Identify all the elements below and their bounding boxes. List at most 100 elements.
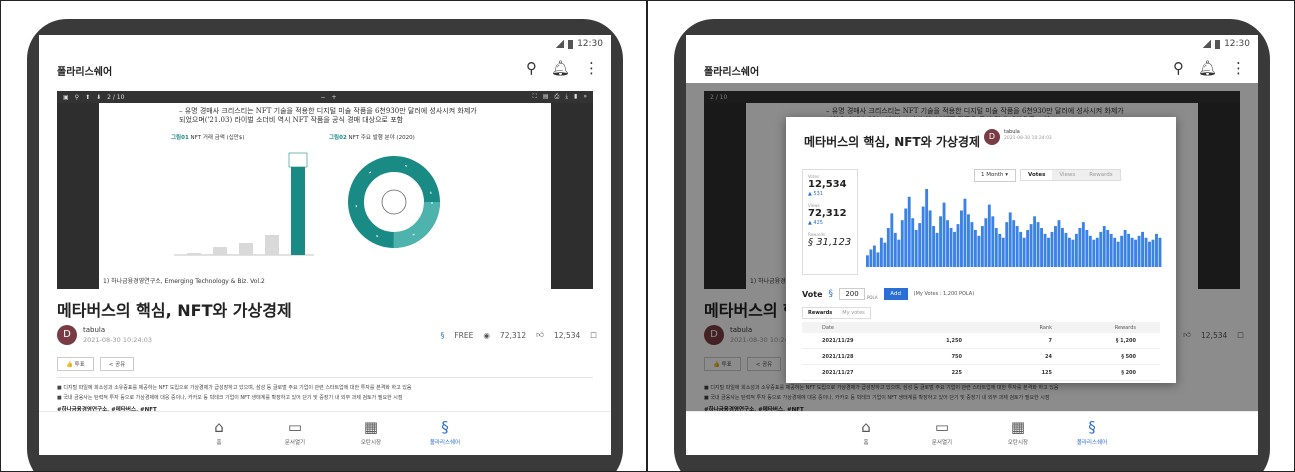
chart-bar (1005, 222, 1009, 267)
chart-bar (897, 239, 901, 267)
share-button[interactable]: < 공유 (99, 357, 135, 371)
chart-bar (904, 208, 908, 267)
modal-title: 메타버스의 핵심, NFT와 가상경제 (804, 135, 980, 149)
signal-icon (556, 40, 565, 48)
search-icon[interactable]: ⚲ (1173, 59, 1184, 77)
pola-icon: § (808, 237, 813, 248)
table-row: 2021/11/27 225 125 § 200 (802, 365, 1160, 381)
open-icon[interactable]: ▤ (543, 93, 549, 101)
chart-bar (1137, 235, 1141, 267)
nav-open-document[interactable]: ▭ 문서열기 (912, 418, 972, 446)
chart-bar (1057, 220, 1061, 267)
stats-modal: 메타버스의 핵심, NFT와 가상경제 D tabula 2021-08-30 … (786, 117, 1176, 383)
author-name[interactable]: tabula (83, 326, 105, 334)
right-panel: 12:30 폴라리스쉐어 ⚲ 🔔︎ ⋮ 2 / 10 – 유명 경매사 크리스티… (647, 0, 1295, 472)
bookmark-icon[interactable]: ☐ (590, 331, 597, 340)
more-tools-icon[interactable]: » (583, 93, 587, 101)
tab-views[interactable]: Views (1052, 170, 1082, 180)
chart-bar (939, 216, 943, 267)
chart-bar (1141, 231, 1144, 267)
tab-rewards[interactable]: Rewards (1082, 170, 1119, 180)
chart-bar (973, 229, 977, 267)
vote-amount-input[interactable]: 200 (839, 288, 865, 300)
arrow-down-icon[interactable]: ⬇ (96, 94, 101, 101)
rewards-table: Date Rank Rewards 2021/11/29 1,250 7 § 1… (802, 322, 1160, 381)
pdf-viewer[interactable]: ▣ ⚲ ⬆ ⬇ 2 / 10 − + ⛶ ▤ ⎙ ⤓ ▮ » – 유명 경매사 … (57, 91, 593, 289)
chart-bar (935, 232, 939, 267)
chart-bar (963, 198, 967, 267)
nav-home[interactable]: ⌂ 홈 (836, 418, 896, 446)
chart-bar (949, 228, 953, 267)
bell-icon[interactable]: 🔔︎ (551, 59, 570, 77)
chart-x-axis (866, 267, 1162, 273)
sidebar-toggle-icon[interactable]: ▣ (63, 94, 69, 101)
tab-my-votes[interactable]: My votes (837, 308, 870, 318)
fullscreen-icon[interactable]: ⛶ (533, 93, 537, 101)
print-icon[interactable]: ⎙ (555, 93, 560, 101)
nav-open-document[interactable]: ▭ 문서열기 (265, 418, 325, 446)
chart-bar (998, 233, 1002, 267)
avatar[interactable]: D (57, 325, 77, 345)
nav-home[interactable]: ⌂ 홈 (189, 418, 249, 446)
vote-label: Vote (802, 289, 823, 299)
chart-bar (1019, 231, 1023, 267)
chart-bar (984, 218, 988, 267)
pdf-footnote: 1) 하나금융경영연구소, Emerging Technology & Biz.… (103, 278, 265, 285)
download-icon[interactable]: ⤓ (565, 93, 568, 101)
tab-votes[interactable]: Votes (1021, 170, 1053, 180)
pdf-margin-left (57, 103, 99, 289)
chart-bar (1040, 228, 1043, 267)
search-icon[interactable]: ⚲ (75, 94, 79, 101)
nav-polaris-share[interactable]: § 폴라리스쉐어 (415, 418, 475, 446)
chart-bar (1067, 237, 1071, 267)
nav-polaris-share[interactable]: § 폴라리스쉐어 (1062, 418, 1122, 446)
nav-market[interactable]: ▦ 오탄시장 (988, 418, 1048, 446)
chart-bar (1102, 226, 1106, 267)
bottom-nav: ⌂ 홈 ▭ 문서열기 ▦ 오탄시장 § 폴라리스쉐어 (686, 411, 1258, 455)
chart-bar (1022, 237, 1026, 267)
chart-bar (1054, 226, 1057, 267)
chart-bar (1134, 239, 1138, 267)
chart-bar (1144, 237, 1148, 267)
app-title: 폴라리스쉐어 (704, 67, 760, 78)
chart-bar (1095, 237, 1099, 267)
page-indicator[interactable]: 2 / 10 (107, 94, 124, 101)
bookmark-icon[interactable]: ▮ (574, 93, 577, 101)
zoom-out-icon[interactable]: − (321, 94, 326, 101)
chart-bar (932, 226, 936, 267)
battery-icon (568, 39, 574, 49)
zoom-in-icon[interactable]: + (332, 94, 337, 101)
pola-icon: § (440, 330, 445, 340)
votes-count: 12,534 (808, 179, 847, 190)
like-count: 12,534 (554, 330, 581, 340)
status-bar: 12:30 (39, 35, 611, 53)
battery-icon (1215, 39, 1221, 49)
figure1-caption: 그림01 NFT 거래 금액 (십만$) (171, 135, 245, 141)
search-icon[interactable]: ⚲ (526, 59, 537, 77)
chart-bar (953, 231, 956, 267)
add-vote-button[interactable]: Add (883, 288, 908, 300)
chart-tabs: Votes Views Rewards (1020, 169, 1121, 181)
chart-bar (1081, 222, 1085, 267)
bell-icon[interactable]: 🔔︎ (1198, 59, 1217, 77)
tablet-frame: 12:30 폴라리스쉐어 ⚲ 🔔︎ ⋮ ▣ ⚲ ⬆ ⬇ 2 / 10 − + ⛶… (27, 19, 623, 471)
period-select[interactable]: 1 Month ▾ (974, 169, 1016, 182)
chart-bar (914, 229, 918, 267)
views-delta: ▲ 425 (808, 220, 823, 226)
chart-bar (1113, 237, 1117, 267)
chart-bar (925, 189, 929, 267)
summary-line: ■ 국내 금융사는 탄력적 투자 등으로 가상경제에 대응 중이나, 카카오 등… (57, 395, 403, 401)
document-title: 메타버스의 핵심, NFT와 가상경제 (57, 301, 292, 320)
arrow-up-icon[interactable]: ⬆ (85, 94, 90, 101)
chart-bar (1026, 229, 1030, 267)
more-icon[interactable]: ⋮ (1231, 59, 1246, 77)
thumbs-up-icon: 👍︎ (536, 330, 545, 339)
vote-button[interactable]: 👍 투표 (57, 357, 94, 371)
calendar-icon: ▦ (1010, 418, 1026, 436)
chart-bar (1015, 226, 1019, 267)
more-icon[interactable]: ⋮ (584, 59, 599, 77)
votes-delta: ▲ 531 (808, 191, 823, 197)
nav-market[interactable]: ▦ 오탄시장 (341, 418, 401, 446)
table-row: 2021/11/29 1,250 7 § 1,200 (802, 333, 1160, 349)
tab-rewards-list[interactable]: Rewards (803, 308, 838, 318)
